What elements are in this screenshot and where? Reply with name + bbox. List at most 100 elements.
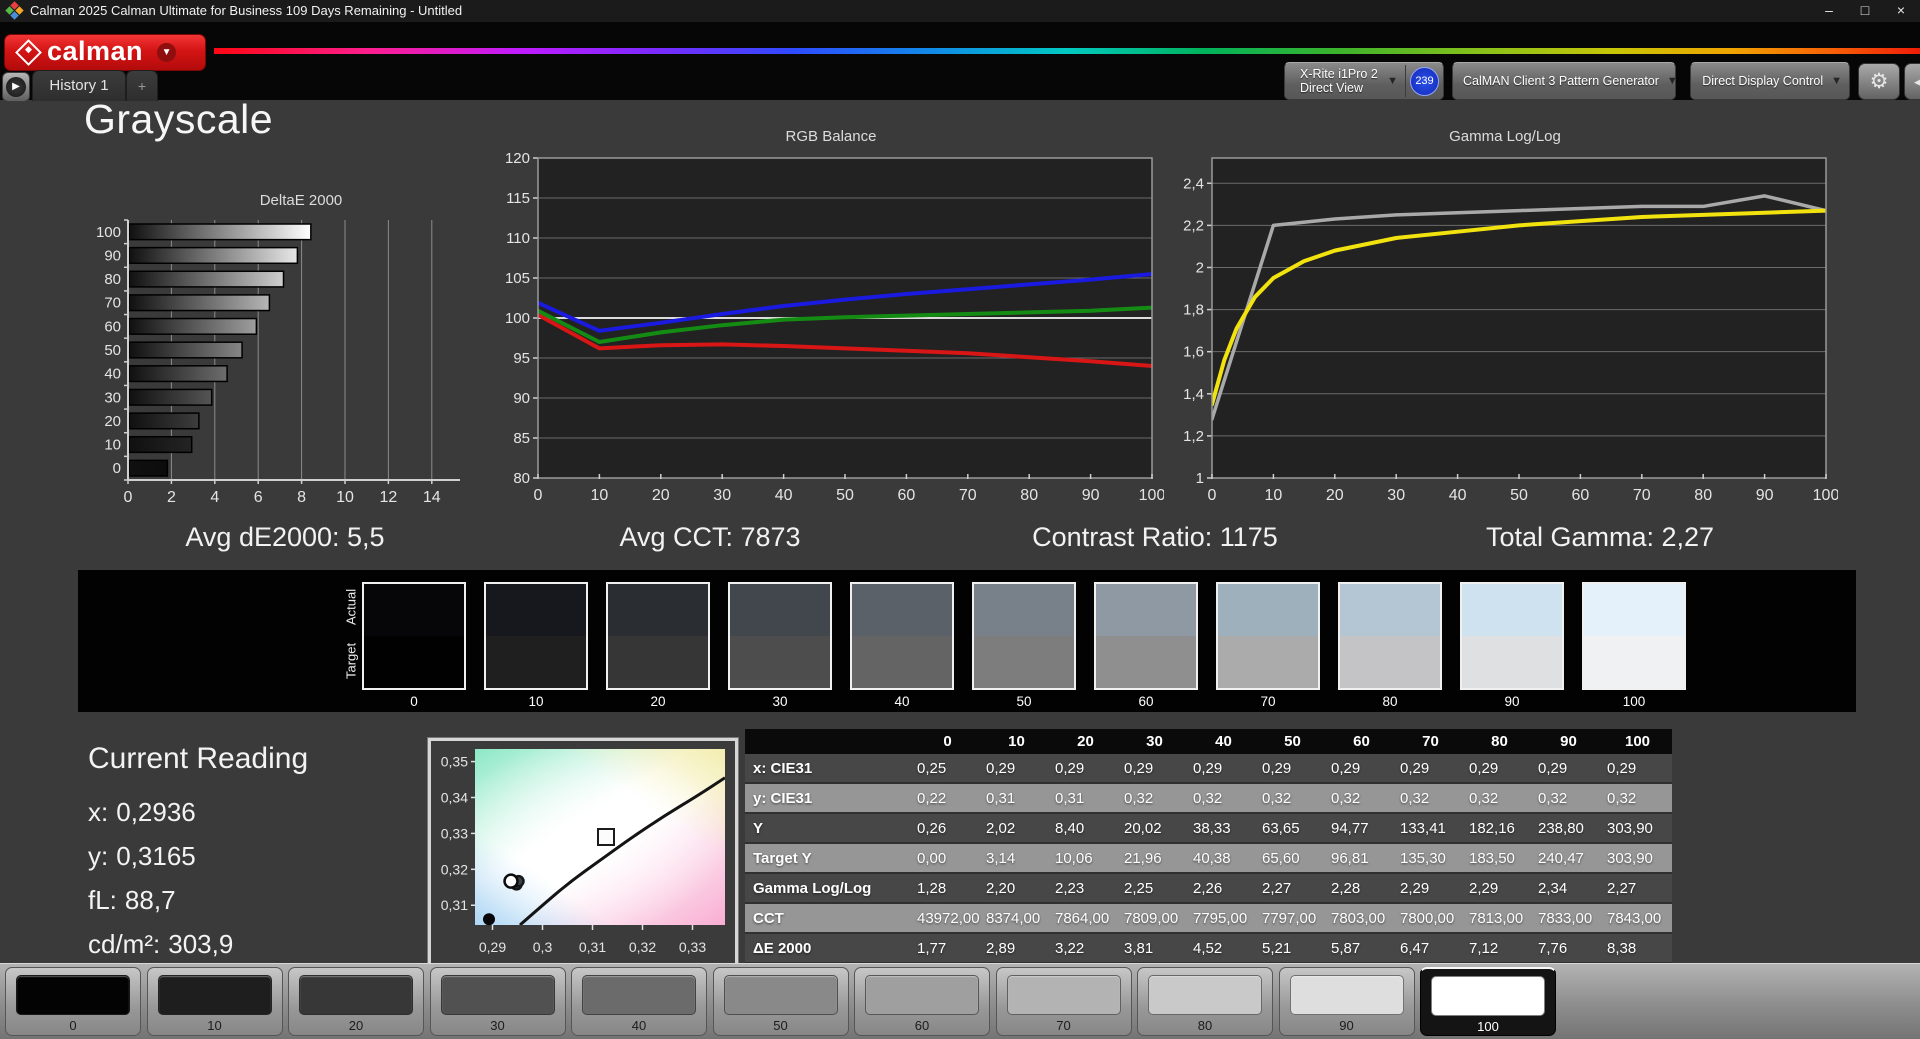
calman-menu-button[interactable]: calman ▼ [4, 34, 206, 71]
svg-text:60: 60 [1572, 487, 1590, 504]
table-cell: 5,87 [1327, 933, 1396, 964]
reading-cdm2: cd/m²: 303,9 [88, 929, 234, 959]
reading-x: x: 0,2936 [88, 797, 196, 827]
table-cell: 0,25 [913, 754, 982, 784]
svg-text:90: 90 [104, 247, 121, 264]
table-cell: 133,41 [1396, 813, 1465, 844]
svg-text:4: 4 [210, 489, 219, 506]
pattern-level-label: 0 [69, 1018, 77, 1033]
pattern-level-swatch [1289, 975, 1404, 1015]
grayscale-swatch-30: 30 [728, 570, 832, 709]
actual-swatch [608, 584, 708, 636]
svg-text:8: 8 [297, 489, 306, 506]
display-control-dropdown[interactable]: Direct Display Control ▼ [1690, 62, 1850, 100]
gamma-chart-plot: 1 1,2 1,4 1,6 1,8 2 2,2 2,4 0 10 20 30 40 50 60 70 80 90 1… [1183, 157, 1839, 504]
svg-text:0,33: 0,33 [679, 939, 706, 955]
table-cell: 2,02 [982, 813, 1051, 844]
table-cell: 1,77 [913, 933, 982, 964]
table-cell: 135,30 [1396, 843, 1465, 874]
pattern-level-swatch [299, 975, 413, 1015]
svg-text:100: 100 [96, 224, 121, 241]
pattern-level-button-10[interactable]: 10 [146, 967, 283, 1036]
svg-text:0,3: 0,3 [533, 939, 553, 955]
table-row-label: Gamma Log/Log [745, 873, 913, 904]
svg-text:100: 100 [1139, 487, 1164, 504]
pattern-level-button-20[interactable]: 20 [288, 967, 424, 1036]
svg-text:105: 105 [505, 270, 530, 287]
table-cell: 2,23 [1051, 873, 1120, 904]
swatch-box [850, 582, 954, 690]
table-cell: 0,29 [1465, 754, 1534, 784]
target-swatch [608, 636, 708, 688]
display-control-name: Direct Display Control [1702, 74, 1824, 88]
pattern-level-button-60[interactable]: 60 [854, 967, 990, 1036]
svg-text:20: 20 [1326, 487, 1344, 504]
pattern-level-label: 90 [1339, 1018, 1354, 1033]
table-cell: 4,52 [1189, 933, 1258, 964]
table-cell: 2,28 [1327, 873, 1396, 904]
target-swatch [1462, 636, 1562, 688]
svg-text:14: 14 [423, 489, 441, 506]
svg-text:50: 50 [104, 342, 121, 359]
pattern-level-button-100[interactable]: 100 [1420, 967, 1556, 1036]
swatch-level-label: 70 [1260, 694, 1276, 709]
rgb-balance-chart: RGB Balance 80 85 90 95 100 105 110 115 120 0 10 20… [498, 128, 1165, 513]
svg-text:30: 30 [104, 389, 121, 406]
pattern-level-button-30[interactable]: 30 [429, 967, 566, 1036]
pattern-level-label: 50 [773, 1018, 788, 1033]
chevron-down-icon: ▼ [1831, 75, 1842, 87]
play-arrow-icon: ▶ [6, 77, 26, 97]
table-cell: 7803,00 [1327, 903, 1396, 934]
table-cell: 0,32 [1327, 783, 1396, 814]
svg-text:0,34: 0,34 [441, 789, 468, 805]
actual-swatch [486, 584, 586, 636]
grayscale-swatch-90: 90 [1460, 570, 1564, 709]
window-titlebar: Calman 2025 Calman Ultimate for Business… [0, 0, 1920, 22]
close-button[interactable]: × [1884, 0, 1918, 22]
table-cell: 7797,00 [1258, 903, 1327, 934]
stat-total-gamma: Total Gamma: 2,27 [1485, 522, 1715, 552]
svg-text:60: 60 [104, 318, 121, 335]
target-swatch [486, 636, 586, 688]
header: calman ▼ ▶ History 1 + X-Rite i1Pro 2 Di… [0, 22, 1920, 102]
maximize-button[interactable]: □ [1848, 0, 1882, 22]
svg-text:0,32: 0,32 [441, 861, 468, 877]
table-column-header: 50 [1258, 729, 1327, 754]
swatch-box [362, 582, 466, 690]
tab-scroll-button[interactable]: ▶ [2, 72, 30, 102]
settings-button[interactable]: ⚙ [1858, 63, 1900, 100]
pattern-level-button-40[interactable]: 40 [571, 967, 707, 1036]
swatch-box [1094, 582, 1198, 690]
table-cell: 238,80 [1534, 813, 1603, 844]
grayscale-swatch-20: 20 [606, 570, 710, 709]
swatch-box [1338, 582, 1442, 690]
pattern-level-button-0[interactable]: 0 [5, 967, 141, 1036]
stat-contrast-ratio: Contrast Ratio: 1175 [1032, 522, 1278, 552]
table-cell: 7833,00 [1534, 903, 1603, 934]
table-cell: 303,90 [1603, 813, 1672, 844]
svg-text:1: 1 [1196, 470, 1204, 487]
table-cell: 0,29 [982, 754, 1051, 784]
pattern-level-button-80[interactable]: 80 [1137, 967, 1273, 1036]
minimize-button[interactable]: – [1812, 0, 1846, 22]
table-cell: 1,28 [913, 873, 982, 904]
table-cell: 7,12 [1465, 933, 1534, 964]
target-swatch [1218, 636, 1318, 688]
meter-dropdown[interactable]: X-Rite i1Pro 2 Direct View ▼ 239 [1284, 62, 1444, 100]
pattern-level-button-70[interactable]: 70 [995, 967, 1132, 1036]
swatch-level-label: 90 [1504, 694, 1520, 709]
table-cell: 7864,00 [1051, 903, 1120, 934]
table-cell: 6,47 [1396, 933, 1465, 964]
pattern-generator-dropdown[interactable]: CalMAN Client 3 Pattern Generator ▼ [1452, 62, 1678, 100]
table-cell: 7800,00 [1396, 903, 1465, 934]
svg-text:95: 95 [513, 350, 530, 367]
pattern-level-button-50[interactable]: 50 [712, 967, 849, 1036]
pattern-level-button-90[interactable]: 90 [1278, 967, 1415, 1036]
pattern-generator-name: CalMAN Client 3 Pattern Generator [1463, 74, 1659, 88]
table-cell: 0,32 [1120, 783, 1189, 814]
gear-icon: ⚙ [1869, 70, 1889, 93]
panel-collapse-button[interactable]: ◀ [1904, 63, 1920, 100]
table-cell: 63,65 [1258, 813, 1327, 844]
svg-text:10: 10 [591, 487, 609, 504]
page-title: Grayscale [84, 96, 274, 142]
